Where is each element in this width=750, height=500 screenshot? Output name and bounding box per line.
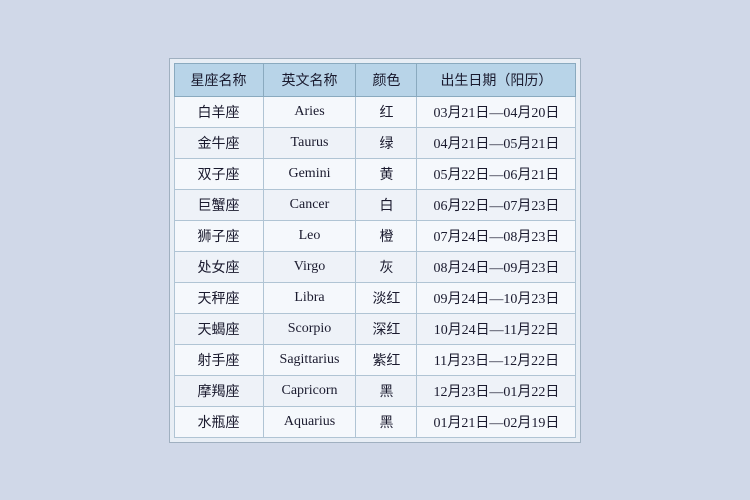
cell-color: 黑 bbox=[356, 406, 417, 437]
header-chinese-name: 星座名称 bbox=[174, 63, 263, 96]
cell-dates: 11月23日—12月22日 bbox=[417, 344, 576, 375]
cell-color: 白 bbox=[356, 189, 417, 220]
header-dates: 出生日期（阳历） bbox=[417, 63, 576, 96]
cell-color: 淡红 bbox=[356, 282, 417, 313]
cell-color: 深红 bbox=[356, 313, 417, 344]
table-row: 双子座Gemini黄05月22日—06月21日 bbox=[174, 158, 576, 189]
cell-dates: 03月21日—04月20日 bbox=[417, 96, 576, 127]
cell-color: 灰 bbox=[356, 251, 417, 282]
cell-english-name: Sagittarius bbox=[263, 344, 356, 375]
cell-color: 红 bbox=[356, 96, 417, 127]
cell-color: 黑 bbox=[356, 375, 417, 406]
header-english-name: 英文名称 bbox=[263, 63, 356, 96]
cell-dates: 12月23日—01月22日 bbox=[417, 375, 576, 406]
table-row: 金牛座Taurus绿04月21日—05月21日 bbox=[174, 127, 576, 158]
cell-color: 紫红 bbox=[356, 344, 417, 375]
cell-english-name: Scorpio bbox=[263, 313, 356, 344]
cell-dates: 09月24日—10月23日 bbox=[417, 282, 576, 313]
cell-chinese-name: 双子座 bbox=[174, 158, 263, 189]
table-row: 天秤座Libra淡红09月24日—10月23日 bbox=[174, 282, 576, 313]
cell-dates: 01月21日—02月19日 bbox=[417, 406, 576, 437]
cell-chinese-name: 摩羯座 bbox=[174, 375, 263, 406]
cell-color: 橙 bbox=[356, 220, 417, 251]
cell-english-name: Taurus bbox=[263, 127, 356, 158]
cell-color: 黄 bbox=[356, 158, 417, 189]
cell-chinese-name: 白羊座 bbox=[174, 96, 263, 127]
zodiac-table-container: 星座名称 英文名称 颜色 出生日期（阳历） 白羊座Aries红03月21日—04… bbox=[169, 58, 582, 443]
cell-dates: 06月22日—07月23日 bbox=[417, 189, 576, 220]
table-row: 处女座Virgo灰08月24日—09月23日 bbox=[174, 251, 576, 282]
cell-dates: 07月24日—08月23日 bbox=[417, 220, 576, 251]
table-row: 巨蟹座Cancer白06月22日—07月23日 bbox=[174, 189, 576, 220]
cell-chinese-name: 天蝎座 bbox=[174, 313, 263, 344]
cell-chinese-name: 水瓶座 bbox=[174, 406, 263, 437]
cell-english-name: Cancer bbox=[263, 189, 356, 220]
cell-chinese-name: 巨蟹座 bbox=[174, 189, 263, 220]
cell-english-name: Aquarius bbox=[263, 406, 356, 437]
cell-dates: 10月24日—11月22日 bbox=[417, 313, 576, 344]
cell-english-name: Gemini bbox=[263, 158, 356, 189]
cell-dates: 05月22日—06月21日 bbox=[417, 158, 576, 189]
cell-color: 绿 bbox=[356, 127, 417, 158]
table-row: 狮子座Leo橙07月24日—08月23日 bbox=[174, 220, 576, 251]
cell-chinese-name: 金牛座 bbox=[174, 127, 263, 158]
table-header-row: 星座名称 英文名称 颜色 出生日期（阳历） bbox=[174, 63, 576, 96]
cell-chinese-name: 天秤座 bbox=[174, 282, 263, 313]
cell-english-name: Leo bbox=[263, 220, 356, 251]
cell-chinese-name: 射手座 bbox=[174, 344, 263, 375]
table-row: 射手座Sagittarius紫红11月23日—12月22日 bbox=[174, 344, 576, 375]
cell-chinese-name: 处女座 bbox=[174, 251, 263, 282]
table-row: 摩羯座Capricorn黑12月23日—01月22日 bbox=[174, 375, 576, 406]
header-color: 颜色 bbox=[356, 63, 417, 96]
table-row: 水瓶座Aquarius黑01月21日—02月19日 bbox=[174, 406, 576, 437]
cell-dates: 08月24日—09月23日 bbox=[417, 251, 576, 282]
table-row: 白羊座Aries红03月21日—04月20日 bbox=[174, 96, 576, 127]
cell-english-name: Virgo bbox=[263, 251, 356, 282]
cell-chinese-name: 狮子座 bbox=[174, 220, 263, 251]
cell-english-name: Libra bbox=[263, 282, 356, 313]
zodiac-table: 星座名称 英文名称 颜色 出生日期（阳历） 白羊座Aries红03月21日—04… bbox=[174, 63, 577, 438]
cell-dates: 04月21日—05月21日 bbox=[417, 127, 576, 158]
cell-english-name: Capricorn bbox=[263, 375, 356, 406]
table-row: 天蝎座Scorpio深红10月24日—11月22日 bbox=[174, 313, 576, 344]
cell-english-name: Aries bbox=[263, 96, 356, 127]
